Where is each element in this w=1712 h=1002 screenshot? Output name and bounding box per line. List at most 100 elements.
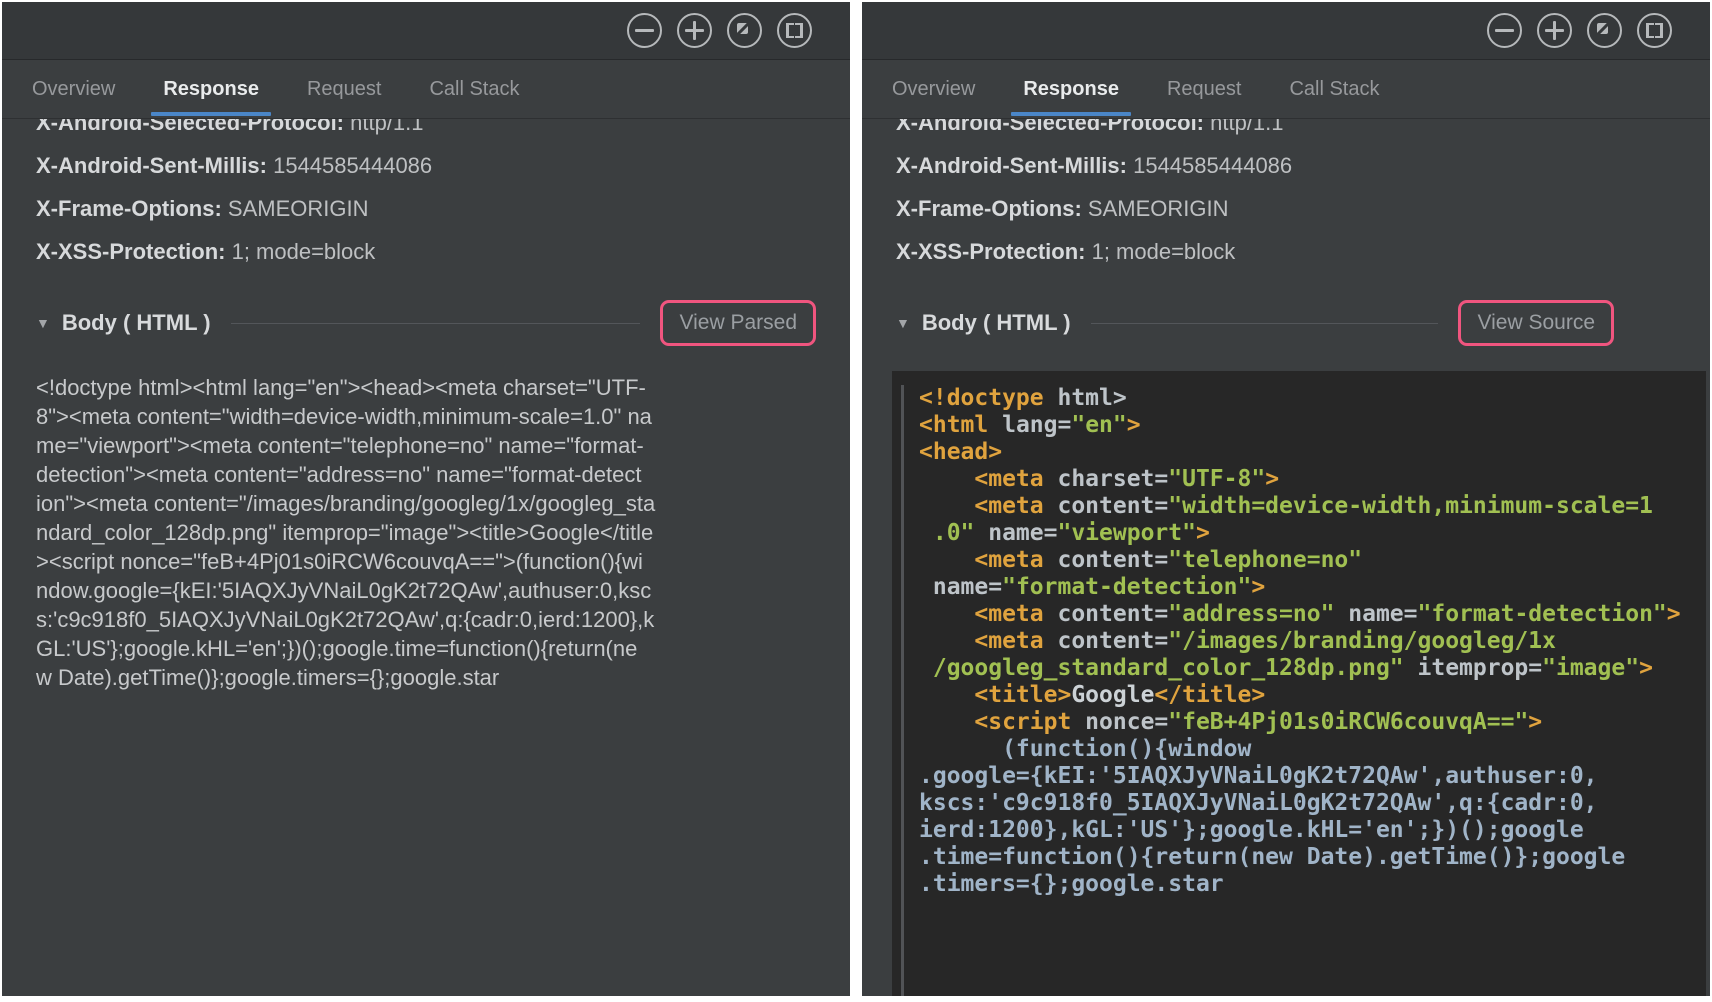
code-token: .google={kEI:'5IAQXJyVNaiL0gK2t72QAw',au… bbox=[919, 763, 1598, 789]
header-row: X-Android-Selected-Protocol: http/1.1 bbox=[36, 119, 816, 136]
source-code-line: <meta charset="UTF-8"> bbox=[919, 466, 1706, 493]
header-row: X-Android-Sent-Millis: 1544585444086 bbox=[896, 152, 1676, 179]
header-value: http/1.1 bbox=[344, 119, 424, 135]
tab-request[interactable]: Request bbox=[307, 60, 382, 118]
code-token: <html bbox=[919, 412, 988, 438]
tab-response[interactable]: Response bbox=[163, 60, 259, 118]
tab-request[interactable]: Request bbox=[1167, 60, 1242, 118]
code-token: (function(){window bbox=[919, 736, 1251, 762]
code-token: name= bbox=[1334, 601, 1417, 627]
zoom-in-icon[interactable] bbox=[1537, 13, 1572, 48]
header-name: X-Android-Selected-Protocol: bbox=[896, 119, 1204, 135]
code-token: itemprop= bbox=[1404, 655, 1542, 681]
source-code-line: <script nonce="feB+4Pj01s0iRCW6couvqA=="… bbox=[919, 709, 1706, 736]
code-token: "feB+4Pj01s0iRCW6couvqA==" bbox=[1168, 709, 1528, 735]
source-code-line: <meta content="/images/branding/googleg/… bbox=[919, 628, 1706, 655]
profiler-toolbar bbox=[2, 2, 850, 60]
tab-overview[interactable]: Overview bbox=[32, 60, 115, 118]
reset-zoom-icon[interactable] bbox=[727, 13, 762, 48]
code-token: "format-detection" bbox=[1418, 601, 1667, 627]
response-panel-source: Overview Response Request Call Stack X-Andr… bbox=[862, 2, 1710, 996]
code-token: lang= bbox=[988, 412, 1071, 438]
header-name: X-Android-Sent-Millis: bbox=[896, 153, 1127, 178]
parsed-body-text: <!doctype html><html lang="en"><head><me… bbox=[36, 373, 816, 692]
zoom-in-icon[interactable] bbox=[677, 13, 712, 48]
tab-overview[interactable]: Overview bbox=[892, 60, 975, 118]
header-value: 1544585444086 bbox=[1127, 153, 1292, 178]
parsed-body-line: ndard_color_128dp.png" itemprop="image">… bbox=[36, 518, 816, 547]
profiler-toolbar bbox=[862, 2, 1710, 60]
code-token: .time=function(){return(new Date).getTim… bbox=[919, 844, 1625, 870]
body-section-label: Body ( HTML ) bbox=[922, 310, 1071, 336]
response-headers: X-Android-Selected-Protocol: http/1.1X-A… bbox=[2, 119, 850, 281]
body-section-label: Body ( HTML ) bbox=[62, 310, 211, 336]
code-token: content= bbox=[1044, 493, 1169, 519]
source-code-line: name="format-detection"> bbox=[919, 574, 1706, 601]
section-divider bbox=[1091, 323, 1439, 324]
header-name: X-Frame-Options: bbox=[36, 196, 222, 221]
parsed-body-line: 8"><meta content="width=device-width,min… bbox=[36, 402, 816, 431]
response-content[interactable]: X-Android-Selected-Protocol: http/1.1X-A… bbox=[2, 119, 850, 996]
code-token: nonce= bbox=[1071, 709, 1168, 735]
parsed-body-line: detection"><meta content="address=no" na… bbox=[36, 460, 816, 489]
response-headers: X-Android-Selected-Protocol: http/1.1X-A… bbox=[862, 119, 1710, 281]
code-token: <meta bbox=[919, 466, 1044, 492]
parsed-body-line: ndow.google={kEI:'5IAQXJyVNaiL0gK2t72QAw… bbox=[36, 576, 816, 605]
code-token: > bbox=[1528, 709, 1542, 735]
header-name: X-Android-Selected-Protocol: bbox=[36, 119, 344, 135]
view-parsed-button[interactable]: View Parsed bbox=[660, 300, 816, 346]
code-token: <script bbox=[919, 709, 1071, 735]
code-token: name= bbox=[974, 520, 1057, 546]
code-token: "/images/branding/googleg/1x bbox=[1168, 628, 1556, 654]
collapse-triangle-icon[interactable]: ▼ bbox=[896, 315, 910, 331]
code-token: "width=device-width,minimum-scale=1 bbox=[1168, 493, 1653, 519]
tab-bar: Overview Response Request Call Stack bbox=[862, 60, 1710, 119]
zoom-out-icon[interactable] bbox=[1487, 13, 1522, 48]
code-token: name= bbox=[919, 574, 1002, 600]
header-value: SAMEORIGIN bbox=[222, 196, 369, 221]
code-token: > bbox=[1127, 412, 1141, 438]
source-code-line: .timers={};google.star bbox=[919, 871, 1706, 898]
code-token: <meta bbox=[919, 547, 1044, 573]
reset-zoom-icon[interactable] bbox=[1587, 13, 1622, 48]
collapse-triangle-icon[interactable]: ▼ bbox=[36, 315, 50, 331]
parsed-body-line: <!doctype html><html lang="en"><head><me… bbox=[36, 373, 816, 402]
code-token: "image" bbox=[1542, 655, 1639, 681]
code-token: .timers={};google.star bbox=[919, 871, 1224, 897]
parsed-body-line: ><script nonce="feB+4Pj01s0iRCW6couvqA==… bbox=[36, 547, 816, 576]
zoom-to-selection-icon[interactable] bbox=[777, 13, 812, 48]
zoom-out-icon[interactable] bbox=[627, 13, 662, 48]
body-section-row: ▼ Body ( HTML ) View Parsed bbox=[36, 299, 816, 347]
code-gutter: <!doctype html><html lang="en"><head> <m… bbox=[901, 385, 1706, 996]
zoom-to-selection-icon[interactable] bbox=[1637, 13, 1672, 48]
code-token: > bbox=[1667, 601, 1681, 627]
code-token: content= bbox=[1044, 601, 1169, 627]
source-code-line: (function(){window bbox=[919, 736, 1706, 763]
code-token: html> bbox=[1044, 385, 1127, 411]
code-token: > bbox=[1196, 520, 1210, 546]
code-token: "viewport" bbox=[1057, 520, 1195, 546]
source-code-block: <!doctype html><html lang="en"><head> <m… bbox=[892, 371, 1706, 996]
response-content[interactable]: X-Android-Selected-Protocol: http/1.1X-A… bbox=[862, 119, 1710, 996]
section-divider bbox=[231, 323, 641, 324]
code-token: ierd:1200},kGL:'US'};google.kHL='en';})(… bbox=[919, 817, 1584, 843]
header-name: X-Android-Sent-Millis: bbox=[36, 153, 267, 178]
header-name: X-XSS-Protection: bbox=[36, 239, 225, 264]
body-section-row: ▼ Body ( HTML ) View Source bbox=[896, 299, 1676, 347]
code-token: "UTF-8" bbox=[1168, 466, 1265, 492]
tab-bar: Overview Response Request Call Stack bbox=[2, 60, 850, 119]
header-row: X-XSS-Protection: 1; mode=block bbox=[896, 238, 1676, 265]
tab-call-stack[interactable]: Call Stack bbox=[429, 60, 519, 118]
source-code-line: kscs:'c9c918f0_5IAQXJyVNaiL0gK2t72QAw',q… bbox=[919, 790, 1706, 817]
code-token: "telephone=no" bbox=[1168, 547, 1362, 573]
tab-response[interactable]: Response bbox=[1023, 60, 1119, 118]
code-token: charset= bbox=[1044, 466, 1169, 492]
view-source-button[interactable]: View Source bbox=[1458, 300, 1614, 346]
code-token: .0" bbox=[919, 520, 974, 546]
header-name: X-XSS-Protection: bbox=[896, 239, 1085, 264]
tab-call-stack[interactable]: Call Stack bbox=[1289, 60, 1379, 118]
header-row: X-Frame-Options: SAMEORIGIN bbox=[36, 195, 816, 222]
source-code-line: <meta content="width=device-width,minimu… bbox=[919, 493, 1706, 520]
source-code-line: .google={kEI:'5IAQXJyVNaiL0gK2t72QAw',au… bbox=[919, 763, 1706, 790]
code-token: > bbox=[1265, 466, 1279, 492]
